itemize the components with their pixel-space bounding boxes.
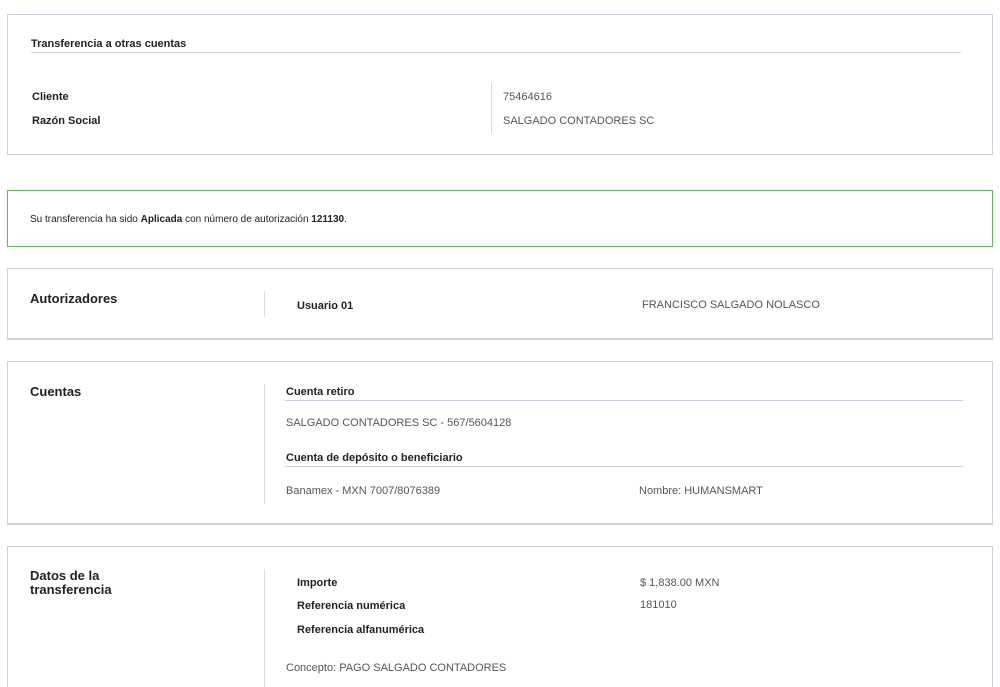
importe-value: $ 1,838.00 MXN — [640, 577, 720, 589]
deposito-underline — [285, 466, 963, 467]
user-label: Usuario 01 — [297, 300, 354, 312]
success-message: Su transferencia ha sido Aplicada con nú… — [7, 190, 993, 247]
success-status: Aplicada — [140, 214, 183, 225]
user-name: FRANCISCO SALGADO NOLASCO — [642, 299, 820, 311]
cuenta-deposito-label: Cuenta de depósito o beneficiario — [286, 452, 463, 464]
datos-divider — [264, 569, 265, 687]
page-title: Transferencia a otras cuentas — [31, 38, 187, 50]
cuentas-card: Cuentas Cuenta retiro SALGADO CONTADORES… — [7, 361, 993, 524]
retiro-underline — [285, 400, 963, 401]
cuentas-title: Cuentas — [30, 384, 82, 399]
success-text: Su transferencia ha sido Aplicada con nú… — [30, 214, 347, 225]
datos-title-line1: Datos de la — [30, 568, 100, 583]
datos-title-line2: transferencia — [30, 582, 112, 597]
success-middle: con número de autorización — [182, 214, 312, 225]
success-prefix: Su transferencia ha sido — [30, 214, 141, 225]
title-divider — [31, 52, 961, 53]
autorizadores-divider — [264, 291, 265, 317]
client-value: 75464616 — [503, 91, 552, 103]
importe-label: Importe — [297, 577, 338, 589]
beneficiario-nombre: Nombre: HUMANSMART — [639, 485, 763, 497]
autorizadores-title: Autorizadores — [30, 291, 118, 306]
header-column-divider — [491, 83, 492, 133]
razon-social-label: Razón Social — [32, 115, 101, 127]
cuentas-divider — [264, 384, 265, 504]
cuenta-deposito-value: Banamex - MXN 7007/8076389 — [286, 485, 441, 497]
cuenta-retiro-value: SALGADO CONTADORES SC - 567/5604128 — [286, 417, 512, 429]
datos-card: Datos de la transferencia Importe $ 1,83… — [7, 546, 993, 687]
autorizadores-card: Autorizadores Usuario 01 FRANCISCO SALGA… — [7, 268, 993, 339]
concepto-text: Concepto: PAGO SALGADO CONTADORES — [286, 662, 507, 674]
ref-numerica-value: 181010 — [640, 599, 677, 611]
client-label: Cliente — [32, 91, 69, 103]
ref-alfanumerica-label: Referencia alfanumérica — [297, 624, 425, 636]
razon-social-value: SALGADO CONTADORES SC — [503, 115, 655, 127]
authorization-number: 121130 — [311, 214, 345, 225]
header-card: Transferencia a otras cuentas Cliente 75… — [7, 14, 993, 155]
ref-numerica-label: Referencia numérica — [297, 600, 406, 612]
cuenta-retiro-label: Cuenta retiro — [286, 386, 355, 398]
success-suffix: . — [344, 214, 347, 225]
